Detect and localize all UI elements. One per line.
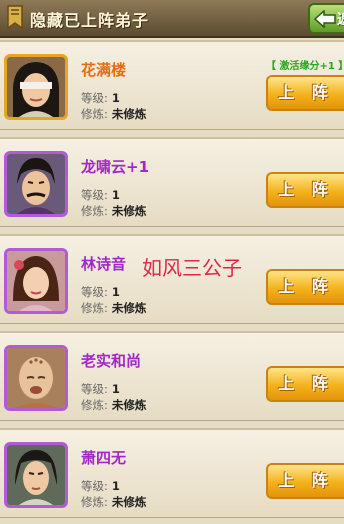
portrait-mustached-man bbox=[7, 154, 65, 214]
disciple-avatar[interactable] bbox=[4, 54, 68, 120]
deploy-button[interactable]: 上 阵 bbox=[266, 75, 344, 111]
disciple-name: 花满楼 bbox=[81, 61, 127, 79]
watermark-text: 如风三公子 bbox=[142, 256, 242, 280]
back-arrow-icon bbox=[314, 10, 336, 28]
disciple-name: 林诗音 bbox=[81, 255, 127, 273]
disciple-level: 等级: 1 bbox=[81, 382, 120, 396]
disciple-name: 萧四无 bbox=[81, 449, 127, 467]
disciple-row: 萧四无 等级: 1 修炼: 未修炼 上 阵 bbox=[0, 428, 344, 518]
disciple-level: 等级: 1 bbox=[81, 91, 120, 105]
disciple-avatar[interactable] bbox=[4, 248, 68, 314]
disciple-cultivation: 修炼: 未修炼 bbox=[81, 398, 147, 412]
disciple-level: 等级: 1 bbox=[81, 285, 120, 299]
return-label: 返 bbox=[337, 9, 344, 29]
disciple-row: 花满楼 等级: 1 修炼: 未修炼 【 激活缘分+1 】 上 阵 bbox=[0, 40, 344, 130]
disciple-avatar[interactable] bbox=[4, 442, 68, 508]
portrait-young-man bbox=[7, 445, 65, 505]
return-button[interactable]: 返 bbox=[308, 3, 344, 34]
disciple-avatar[interactable] bbox=[4, 151, 68, 217]
portrait-blindfolded-swordsman bbox=[7, 57, 65, 117]
header-bar: 隐藏已上阵弟子 返 bbox=[0, 0, 344, 38]
deploy-button[interactable]: 上 阵 bbox=[266, 172, 344, 208]
disciple-name: 龙啸云+1 bbox=[81, 158, 150, 176]
fate-bonus-label: 【 激活缘分+1 】 bbox=[266, 61, 344, 72]
disciple-avatar[interactable] bbox=[4, 345, 68, 411]
portrait-bald-monk bbox=[7, 348, 65, 408]
page-title: 隐藏已上阵弟子 bbox=[30, 11, 150, 30]
disciple-cultivation: 修炼: 未修炼 bbox=[81, 204, 147, 218]
disciple-row: 龙啸云+1 等级: 1 修炼: 未修炼 上 阵 bbox=[0, 137, 344, 227]
disciple-level: 等级: 1 bbox=[81, 188, 120, 202]
deploy-button[interactable]: 上 阵 bbox=[266, 463, 344, 499]
disciple-cultivation: 修炼: 未修炼 bbox=[81, 301, 147, 315]
disciple-cultivation: 修炼: 未修炼 bbox=[81, 495, 147, 509]
deploy-button[interactable]: 上 阵 bbox=[266, 269, 344, 305]
disciple-cultivation: 修炼: 未修炼 bbox=[81, 107, 147, 121]
banner-icon bbox=[7, 5, 23, 30]
portrait-young-woman bbox=[7, 251, 65, 311]
disciple-row: 老实和尚 等级: 1 修炼: 未修炼 上 阵 bbox=[0, 331, 344, 421]
disciple-name: 老实和尚 bbox=[81, 352, 142, 370]
disciple-level: 等级: 1 bbox=[81, 479, 120, 493]
deploy-button[interactable]: 上 阵 bbox=[266, 366, 344, 402]
